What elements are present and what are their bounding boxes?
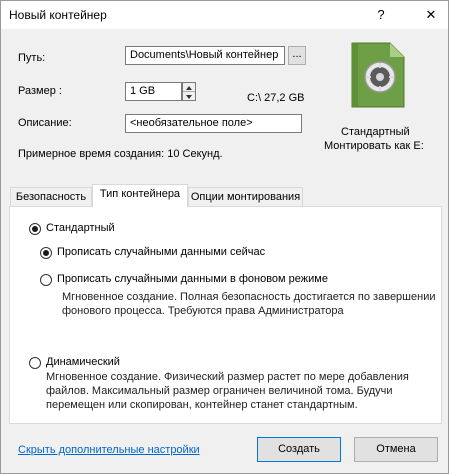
- path-value: Documents\Новый контейнер: [130, 49, 279, 61]
- spin-down-icon[interactable]: [183, 92, 195, 100]
- tab-container-type[interactable]: Тип контейнера: [92, 184, 188, 208]
- path-field[interactable]: Documents\Новый контейнер: [125, 46, 285, 65]
- close-button[interactable]: ✕: [414, 1, 448, 29]
- new-container-dialog: Новый контейнер ? ✕ Путь: Documents\Новы…: [0, 0, 449, 474]
- summary-mount: Монтировать как E:: [324, 140, 424, 152]
- free-space: C:\ 27,2 GB: [247, 92, 305, 104]
- dynamic-radio[interactable]: [29, 357, 41, 369]
- standard-label: Стандартный: [46, 222, 115, 234]
- write-background-desc-1: Мгновенное создание. Полная безопасность…: [62, 291, 436, 303]
- create-button[interactable]: Создать: [257, 437, 341, 462]
- dynamic-desc-1: Мгновенное создание. Физический размер р…: [46, 371, 409, 383]
- tab-mount-options[interactable]: Опции монтирования: [188, 187, 303, 207]
- standard-radio[interactable]: [29, 223, 41, 235]
- size-spinner[interactable]: [182, 82, 196, 101]
- write-background-label: Прописать случайными данными в фоновом р…: [57, 273, 328, 285]
- dynamic-label: Динамический: [46, 356, 120, 368]
- size-label: Размер :: [18, 85, 62, 97]
- summary-type: Стандартный: [341, 126, 410, 138]
- spin-up-icon[interactable]: [183, 83, 195, 92]
- tab-security[interactable]: Безопасность: [10, 187, 92, 207]
- title-bar: Новый контейнер ? ✕: [1, 1, 448, 29]
- browse-button[interactable]: ...: [288, 46, 306, 65]
- write-background-radio[interactable]: [40, 274, 52, 286]
- advanced-settings-link[interactable]: Скрыть дополнительные настройки: [18, 444, 200, 456]
- write-now-radio[interactable]: [40, 247, 52, 259]
- dynamic-desc-3: перемещен или скопирован, контейнер стан…: [46, 399, 358, 411]
- dynamic-desc-2: файлов. Максимальный размер ограничен ве…: [46, 385, 393, 397]
- help-button[interactable]: ?: [364, 1, 398, 29]
- write-background-desc-2: фонового процесса. Требуются права Админ…: [62, 305, 344, 317]
- description-input[interactable]: <необязательное поле>: [125, 114, 302, 133]
- path-label: Путь:: [18, 52, 46, 64]
- tab-strip: Безопасность Тип контейнера Опции монтир…: [9, 184, 442, 208]
- container-type-panel: Стандартный Прописать случайными данными…: [9, 206, 442, 424]
- window-title: Новый контейнер: [9, 8, 107, 22]
- write-now-label: Прописать случайными данными сейчас: [57, 246, 266, 258]
- cancel-button[interactable]: Отмена: [354, 437, 438, 462]
- creation-time: Примерное время создания: 10 Секунд.: [18, 148, 223, 160]
- size-input[interactable]: 1 GB: [125, 82, 182, 101]
- safe-container-icon: [350, 41, 406, 109]
- description-label: Описание:: [18, 117, 72, 129]
